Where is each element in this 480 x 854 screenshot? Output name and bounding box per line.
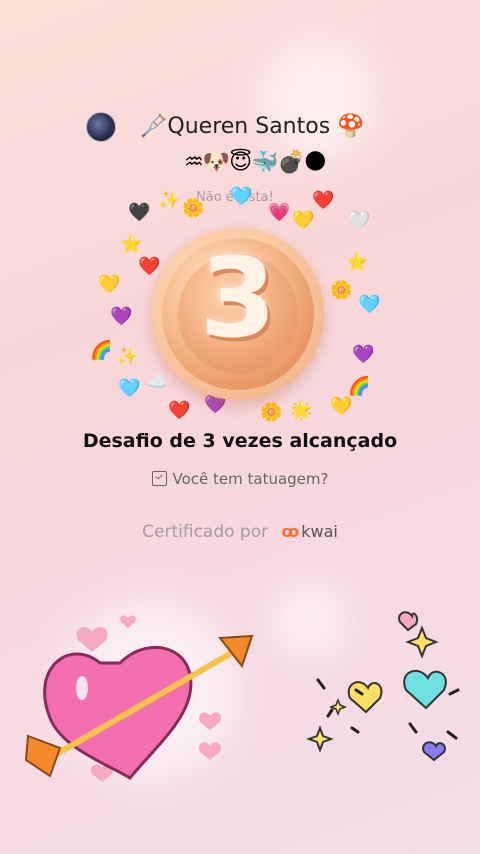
star-icon: ✨ bbox=[116, 346, 139, 367]
purple-heart-icon bbox=[422, 741, 446, 762]
challenge-title: Desafio de 3 vezes alcançado bbox=[82, 430, 398, 452]
heart-icon: 💛 bbox=[292, 210, 315, 231]
star-icon: 🌟 bbox=[290, 400, 313, 421]
star-icon: ✨ bbox=[158, 190, 181, 211]
star-icon: ⭐ bbox=[120, 234, 143, 255]
rainbow-icon: 🌈 bbox=[90, 340, 113, 361]
challenge-medal: 3 bbox=[152, 228, 324, 400]
heart-icon: ❤️ bbox=[312, 190, 335, 211]
calendar-check-icon bbox=[151, 471, 167, 486]
heart-icon: 🩵 bbox=[358, 294, 381, 315]
heart-icon: 🤍 bbox=[348, 210, 371, 231]
rainbow-icon: 🌈 bbox=[348, 376, 371, 397]
sparkle-icon bbox=[405, 625, 439, 659]
question-prompt[interactable]: Você tem tatuagem? bbox=[0, 470, 480, 488]
big-heart-icon bbox=[43, 645, 193, 780]
flower-icon: 🌼 bbox=[182, 198, 205, 219]
cloud-icon: ☁️ bbox=[146, 372, 169, 393]
username: Queren Santos bbox=[167, 114, 331, 139]
pink-heart-icon bbox=[398, 611, 419, 632]
heart-arrow-sticker bbox=[24, 615, 254, 782]
heart-icon: 🩵 bbox=[118, 378, 141, 399]
doodle-hearts-sticker bbox=[306, 611, 460, 762]
heart-icon: 🖤 bbox=[128, 202, 151, 223]
flower-icon: 🌼 bbox=[260, 402, 283, 423]
heart-icon: 💜 bbox=[352, 344, 375, 365]
star-icon: ⭐ bbox=[346, 252, 369, 273]
heart-icon: 💗 bbox=[268, 202, 291, 223]
heart-icon: 💜 bbox=[110, 306, 133, 327]
heart-icon: 💛 bbox=[98, 274, 121, 295]
yellow-heart-icon bbox=[347, 681, 383, 714]
medal-number: 3 bbox=[199, 234, 277, 362]
question-text: Você tem tatuagem? bbox=[172, 470, 329, 488]
certified-by: Certificado por ꝏ kwai bbox=[0, 522, 480, 542]
flower-icon: 🌼 bbox=[330, 280, 353, 301]
heart-icon: ❤️ bbox=[168, 400, 191, 421]
sparkle-icon bbox=[328, 697, 348, 717]
profile-name[interactable]: 🩼Queren Santos 🍄 bbox=[140, 114, 365, 139]
avatar[interactable] bbox=[86, 112, 116, 142]
background-blob bbox=[260, 40, 380, 160]
heart-icon: 💛 bbox=[330, 396, 353, 417]
mushroom-icon: 🍄 bbox=[337, 114, 365, 139]
emoji-bio: ♒🐶😇🐳💣🌑 bbox=[184, 150, 327, 175]
certified-by-label: Certificado por bbox=[142, 522, 269, 542]
arrow-head-icon bbox=[218, 634, 254, 669]
sparkle-icon bbox=[306, 725, 334, 753]
kwai-logo-icon: ꝏ bbox=[281, 522, 300, 541]
arrow-fletching-icon bbox=[24, 734, 62, 778]
heart-icon: 🩵 bbox=[230, 186, 253, 207]
kwai-brand: kwai bbox=[301, 522, 338, 541]
cyan-heart-icon bbox=[403, 669, 447, 710]
crutch-icon: 🩼 bbox=[140, 114, 168, 139]
